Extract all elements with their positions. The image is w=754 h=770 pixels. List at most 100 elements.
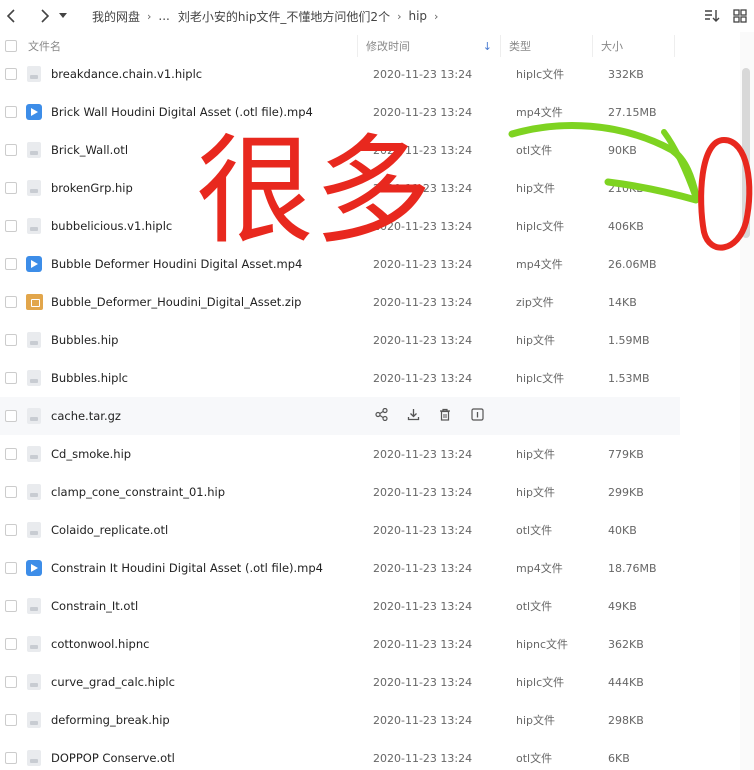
history-dropdown-button[interactable] — [56, 4, 70, 28]
row-checkbox[interactable] — [5, 258, 17, 270]
delete-button[interactable] — [429, 406, 461, 426]
file-row[interactable]: Brick_Wall.otl 2020-11-23 13:24 otl文件 90KB — [0, 131, 740, 169]
file-row[interactable]: Bubbles.hip 2020-11-23 13:24 hip文件 1.59MB — [0, 321, 740, 359]
share-button[interactable] — [365, 406, 397, 426]
file-row[interactable]: brokenGrp.hip 2020-11-23 13:24 hip文件 210KB — [0, 169, 740, 207]
file-name[interactable]: DOPPOP Conserve.otl — [51, 751, 365, 765]
file-row[interactable]: breakdance.chain.v1.hiplc 2020-11-23 13:2… — [0, 55, 740, 93]
row-checkbox-cell[interactable] — [0, 106, 22, 118]
row-checkbox[interactable] — [5, 600, 17, 612]
row-checkbox-cell[interactable] — [0, 486, 22, 498]
file-name[interactable]: clamp_cone_constraint_01.hip — [51, 485, 365, 499]
row-checkbox[interactable] — [5, 296, 17, 308]
file-name[interactable]: Brick Wall Houdini Digital Asset (.otl f… — [51, 105, 365, 119]
breadcrumb-folder[interactable]: 刘老小安的hip文件_不懂地方问他们2个 — [178, 8, 390, 25]
row-checkbox[interactable] — [5, 714, 17, 726]
row-checkbox[interactable] — [5, 562, 17, 574]
row-checkbox-cell[interactable] — [0, 258, 22, 270]
row-checkbox-cell[interactable] — [0, 144, 22, 156]
row-checkbox-cell[interactable] — [0, 296, 22, 308]
column-size-header[interactable]: 大小 — [593, 35, 675, 57]
file-row[interactable]: clamp_cone_constraint_01.hip 2020-11-23 1… — [0, 473, 740, 511]
column-time-header[interactable]: 修改时间 ↓ — [358, 35, 501, 57]
column-type-header[interactable]: 类型 — [501, 35, 593, 57]
file-row[interactable]: Constrain It Houdini Digital Asset (.otl… — [0, 549, 740, 587]
file-row[interactable]: Colaido_replicate.otl 2020-11-23 13:24 otl… — [0, 511, 740, 549]
file-name[interactable]: curve_grad_calc.hiplc — [51, 675, 365, 689]
row-checkbox[interactable] — [5, 676, 17, 688]
file-name[interactable]: deforming_break.hip — [51, 713, 365, 727]
row-checkbox-cell[interactable] — [0, 638, 22, 650]
row-checkbox[interactable] — [5, 372, 17, 384]
file-row[interactable]: cache.tar.gz — [0, 397, 680, 435]
row-checkbox[interactable] — [5, 752, 17, 764]
row-checkbox-cell[interactable] — [0, 714, 22, 726]
file-name[interactable]: Constrain It Houdini Digital Asset (.otl… — [51, 561, 365, 575]
row-checkbox[interactable] — [5, 220, 17, 232]
row-checkbox[interactable] — [5, 182, 17, 194]
forward-button[interactable] — [32, 4, 56, 28]
more-button[interactable] — [461, 406, 493, 426]
back-button[interactable] — [0, 4, 24, 28]
column-name-header[interactable]: 文件名 — [22, 35, 358, 57]
row-checkbox[interactable] — [5, 524, 17, 536]
row-checkbox-cell[interactable] — [0, 600, 22, 612]
doc-icon — [25, 65, 43, 83]
download-button[interactable] — [397, 406, 429, 426]
select-all-checkbox[interactable] — [5, 40, 17, 52]
file-name[interactable]: Cd_smoke.hip — [51, 447, 365, 461]
row-checkbox[interactable] — [5, 334, 17, 346]
file-row[interactable]: curve_grad_calc.hiplc 2020-11-23 13:24 hip… — [0, 663, 740, 701]
row-checkbox[interactable] — [5, 68, 17, 80]
row-checkbox-cell[interactable] — [0, 676, 22, 688]
file-row[interactable]: Bubble_Deformer_Houdini_Digital_Asset.zi… — [0, 283, 740, 321]
row-checkbox[interactable] — [5, 638, 17, 650]
row-checkbox-cell[interactable] — [0, 372, 22, 384]
row-checkbox[interactable] — [5, 144, 17, 156]
file-name[interactable]: breakdance.chain.v1.hiplc — [51, 67, 365, 81]
row-checkbox-cell[interactable] — [0, 410, 22, 422]
row-checkbox-cell[interactable] — [0, 562, 22, 574]
file-name[interactable]: Colaido_replicate.otl — [51, 523, 365, 537]
file-name[interactable]: brokenGrp.hip — [51, 181, 365, 195]
file-row[interactable]: Cd_smoke.hip 2020-11-23 13:24 hip文件 779KB — [0, 435, 740, 473]
file-name[interactable]: Bubble_Deformer_Houdini_Digital_Asset.zi… — [51, 295, 365, 309]
scrollbar-thumb[interactable] — [742, 68, 750, 238]
select-all-checkbox-cell[interactable] — [0, 40, 22, 52]
file-name[interactable]: Bubbles.hip — [51, 333, 365, 347]
file-name[interactable]: Brick_Wall.otl — [51, 143, 365, 157]
row-checkbox[interactable] — [5, 486, 17, 498]
row-checkbox-cell[interactable] — [0, 448, 22, 460]
file-row[interactable]: Bubble Deformer Houdini Digital Asset.mp… — [0, 245, 740, 283]
file-row[interactable]: deforming_break.hip 2020-11-23 13:24 hip文件… — [0, 701, 740, 739]
row-checkbox-cell[interactable] — [0, 334, 22, 346]
grid-view-button[interactable] — [726, 4, 754, 28]
file-name[interactable]: Constrain_It.otl — [51, 599, 365, 613]
file-name[interactable]: cottonwool.hipnc — [51, 637, 365, 651]
file-row[interactable]: cottonwool.hipnc 2020-11-23 13:24 hipnc文件 3… — [0, 625, 740, 663]
file-name[interactable]: bubbelicious.v1.hiplc — [51, 219, 365, 233]
breadcrumb-current[interactable]: hip — [408, 9, 427, 23]
row-checkbox-cell[interactable] — [0, 182, 22, 194]
file-row[interactable]: Constrain_It.otl 2020-11-23 13:24 otl文件 49K… — [0, 587, 740, 625]
file-name[interactable]: Bubbles.hiplc — [51, 371, 365, 385]
file-row[interactable]: Brick Wall Houdini Digital Asset (.otl f… — [0, 93, 740, 131]
row-checkbox-cell[interactable] — [0, 220, 22, 232]
doc-icon — [25, 711, 43, 729]
file-size: 49KB — [608, 599, 637, 613]
sort-button[interactable] — [698, 4, 726, 28]
file-row[interactable]: bubbelicious.v1.hiplc 2020-11-23 13:24 hip… — [0, 207, 740, 245]
file-row[interactable]: DOPPOP Conserve.otl 2020-11-23 13:24 otl文件… — [0, 739, 740, 770]
row-checkbox[interactable] — [5, 448, 17, 460]
row-checkbox[interactable] — [5, 106, 17, 118]
file-type: hiplc文件 — [516, 372, 565, 385]
file-row[interactable]: Bubbles.hiplc 2020-11-23 13:24 hiplc文件 1.53… — [0, 359, 740, 397]
row-checkbox-cell[interactable] — [0, 524, 22, 536]
file-name[interactable]: cache.tar.gz — [51, 409, 365, 423]
row-checkbox-cell[interactable] — [0, 752, 22, 764]
row-checkbox[interactable] — [5, 410, 17, 422]
row-checkbox-cell[interactable] — [0, 68, 22, 80]
file-name[interactable]: Bubble Deformer Houdini Digital Asset.mp… — [51, 257, 365, 271]
breadcrumb-ellipsis[interactable]: ... — [158, 9, 169, 23]
breadcrumb-root[interactable]: 我的网盘 — [92, 8, 140, 25]
